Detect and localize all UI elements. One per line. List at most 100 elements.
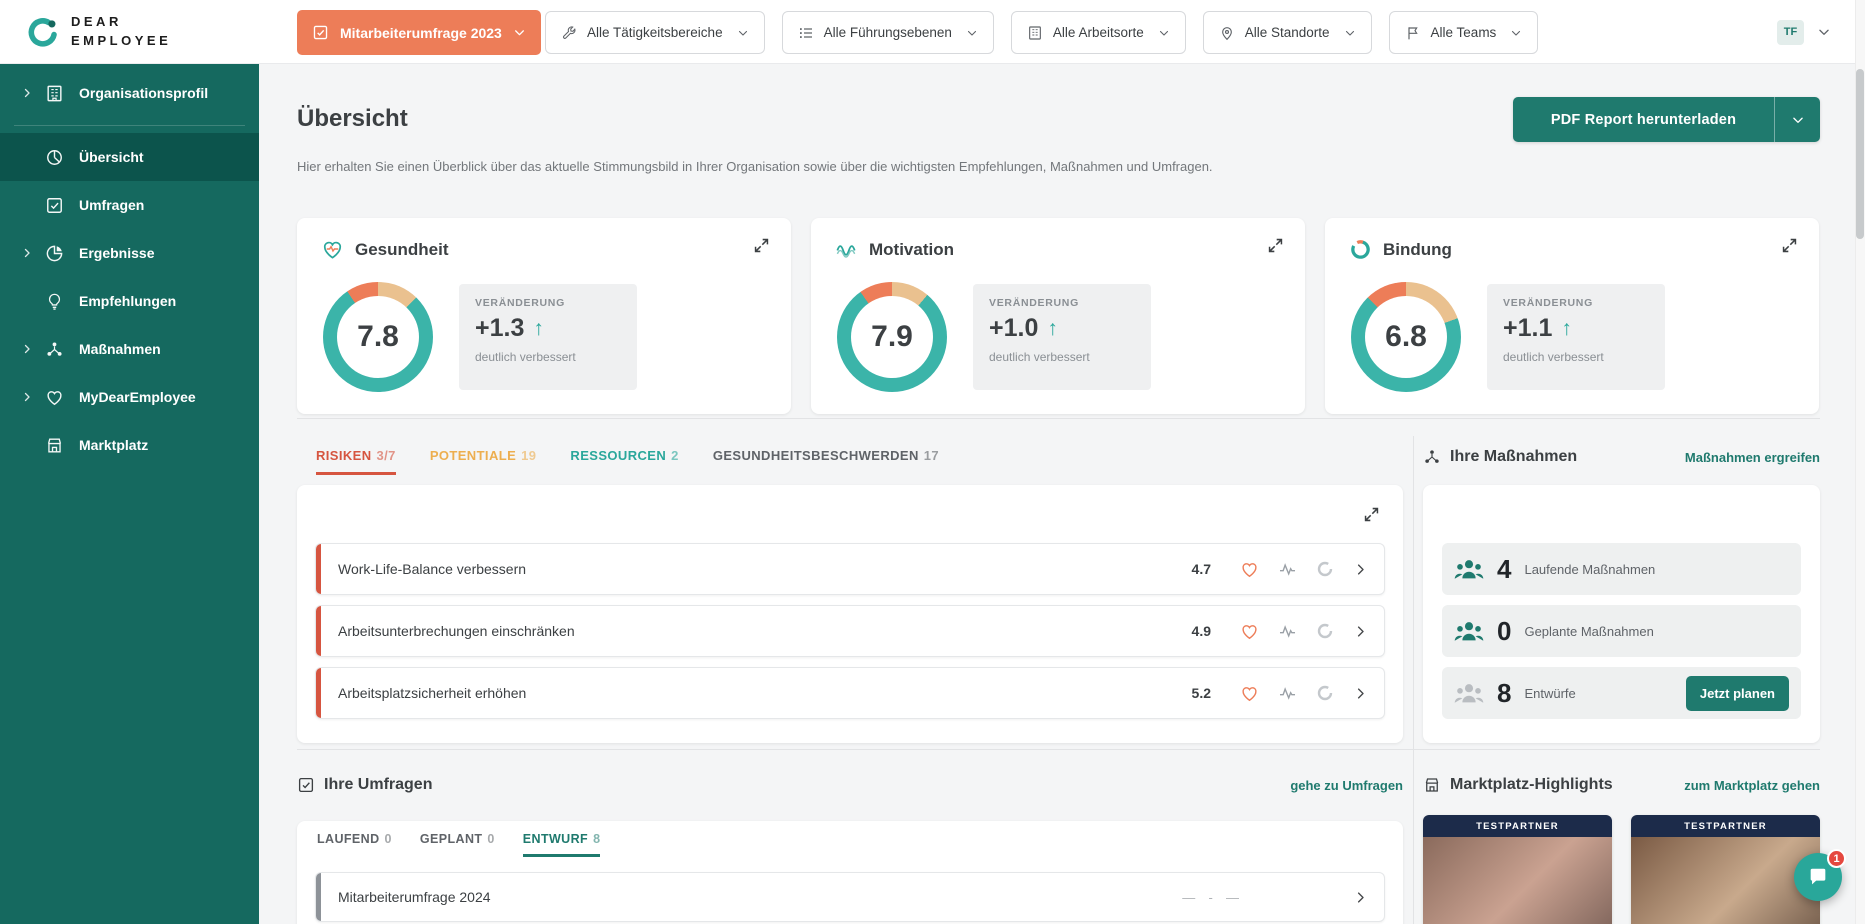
chevron-right-icon[interactable] [1353,562,1368,577]
sidebar-item-ergebnisse[interactable]: Ergebnisse [0,229,259,277]
chevron-right-icon[interactable] [1353,686,1368,701]
tab-risiken[interactable]: RISIKEN3/7 [316,448,396,475]
check-square-icon [312,24,329,41]
filter-label: Alle Teams [1431,25,1497,40]
kpi-title: Bindung [1383,240,1452,260]
sidebar-item-label: Übersicht [79,149,144,165]
ring-icon [1316,560,1334,578]
section-divider [297,418,1820,419]
partner-banner: TESTPARTNER [1423,815,1612,837]
filter-label: Alle Arbeitsorte [1053,25,1144,40]
expand-icon[interactable] [752,236,771,260]
pdf-report-dropdown[interactable] [1774,97,1820,142]
sidebar-item-organisationsprofil[interactable]: Organisationsprofil [0,69,259,117]
survey-row[interactable]: Mitarbeiterumfrage 2024 — - — [315,872,1385,922]
survey-selector-button[interactable]: Mitarbeiterumfrage 2023 [297,10,541,55]
store-icon [45,436,65,455]
chevron-right-icon [21,87,36,99]
brand-logo[interactable]: DEAR EMPLOYEE [0,0,259,64]
flag-icon [1405,25,1421,41]
sidebar-item-mydearemployee[interactable]: MyDearEmployee [0,373,259,421]
sidebar-item-uebersicht[interactable]: Übersicht [0,133,259,181]
measures-row-planned[interactable]: 0 Geplante Maßnahmen [1442,605,1801,657]
chevron-down-icon [513,26,526,39]
heart-icon [1240,684,1259,703]
filter-teams[interactable]: Alle Teams [1389,11,1539,54]
marketplace-title: Marktplatz-Highlights [1450,776,1613,794]
expand-icon[interactable] [1362,505,1381,529]
sidebar-item-label: MyDearEmployee [79,389,196,405]
risk-row[interactable]: Arbeitsplatzsicherheit erhöhen 5.2 [315,667,1385,719]
tab-ressourcen[interactable]: RESSOURCEN2 [570,448,678,475]
risk-row[interactable]: Work-Life-Balance verbessern 4.7 [315,543,1385,595]
filter-bar: Alle Tätigkeitsbereiche Alle Führungsebe… [545,11,1538,54]
pulse-icon [1278,560,1297,579]
expand-icon[interactable] [1266,236,1285,260]
measures-count: 4 [1497,554,1511,585]
chevron-right-icon[interactable] [1353,624,1368,639]
kpi-score: 7.8 [357,320,399,354]
tab-geplant[interactable]: GEPLANT0 [420,832,495,857]
measures-title: Ihre Maßnahmen [1450,448,1577,466]
survey-tabs: LAUFEND0 GEPLANT0 ENTWURF8 [317,832,600,857]
sidebar-item-marktplatz[interactable]: Marktplatz [0,421,259,469]
sidebar-divider [14,125,245,126]
filter-standorte[interactable]: Alle Standorte [1203,11,1372,54]
measures-row-active[interactable]: 4 Laufende Maßnahmen [1442,543,1801,595]
scrollbar-thumb[interactable] [1856,69,1864,239]
tab-entwurf[interactable]: ENTWURF8 [523,832,601,857]
filter-label: Alle Standorte [1245,25,1330,40]
avatar[interactable]: TF [1777,20,1804,45]
wave-icon [835,238,858,261]
risk-label: Arbeitsunterbrechungen einschränken [338,623,575,639]
filter-arbeitsorte[interactable]: Alle Arbeitsorte [1011,11,1186,54]
change-box: VERÄNDERUNG +1.3↑ deutlich verbessert [459,284,637,390]
kpi-title: Gesundheit [355,240,449,260]
marketplace-card[interactable]: TESTPARTNER [1631,815,1820,924]
sidebar-item-massnahmen[interactable]: Maßnahmen [0,325,259,373]
measures-row-drafts[interactable]: 8 Entwürfe Jetzt planen [1442,667,1801,719]
sidebar-item-umfragen[interactable]: Umfragen [0,181,259,229]
building-icon [1027,25,1043,41]
measures-header: Ihre Maßnahmen Maßnahmen ergreifen [1423,448,1820,466]
bindung-donut-chart: 6.8 [1351,282,1461,392]
marketplace-link[interactable]: zum Marktplatz gehen [1684,778,1820,793]
chevron-down-icon[interactable] [1817,25,1831,39]
surveys-link[interactable]: gehe zu Umfragen [1290,778,1403,793]
marketplace-header: Marktplatz-Highlights zum Marktplatz geh… [1423,776,1820,794]
people-network-icon [1423,448,1441,466]
marketplace-card[interactable]: TESTPARTNER [1423,815,1612,924]
arrow-up-icon: ↑ [533,317,544,341]
plan-now-button[interactable]: Jetzt planen [1686,676,1789,711]
risk-accent-bar [316,606,321,656]
people-group-icon [1454,681,1484,706]
measures-card: 4 Laufende Maßnahmen 0 Geplante Maßnahme… [1423,485,1820,743]
chevron-down-icon [1510,27,1522,39]
check-square-icon [45,196,65,215]
sidebar: DEAR EMPLOYEE Organisationsprofil Übersi… [0,0,259,924]
partner-photo [1423,837,1612,924]
kpi-score: 6.8 [1385,320,1427,354]
expand-icon[interactable] [1780,236,1799,260]
chevron-right-icon[interactable] [1353,890,1384,905]
tab-potentiale[interactable]: POTENTIALE19 [430,448,537,475]
pdf-report-button[interactable]: PDF Report herunterladen [1513,97,1820,142]
chevron-right-icon [21,343,36,355]
risk-label: Arbeitsplatzsicherheit erhöhen [338,685,526,701]
heart-icon [1240,560,1259,579]
filter-fuehrungsebenen[interactable]: Alle Führungsebenen [782,11,994,54]
tab-laufend[interactable]: LAUFEND0 [317,832,392,857]
people-network-icon [45,340,65,359]
brand-line2: EMPLOYEE [71,33,171,48]
people-group-icon [1454,557,1484,582]
measures-link[interactable]: Maßnahmen ergreifen [1685,450,1820,465]
heart-icon [1240,622,1259,641]
sidebar-item-label: Ergebnisse [79,245,154,261]
risk-row[interactable]: Arbeitsunterbrechungen einschränken 4.9 [315,605,1385,657]
tab-gesundheitsbeschwerden[interactable]: GESUNDHEITSBESCHWERDEN17 [713,448,939,475]
chat-launcher-button[interactable]: 1 [1794,853,1842,901]
ring-icon [1349,238,1372,261]
sidebar-item-empfehlungen[interactable]: Empfehlungen [0,277,259,325]
filter-taetigkeitsbereiche[interactable]: Alle Tätigkeitsbereiche [545,11,765,54]
store-icon [1423,776,1441,794]
